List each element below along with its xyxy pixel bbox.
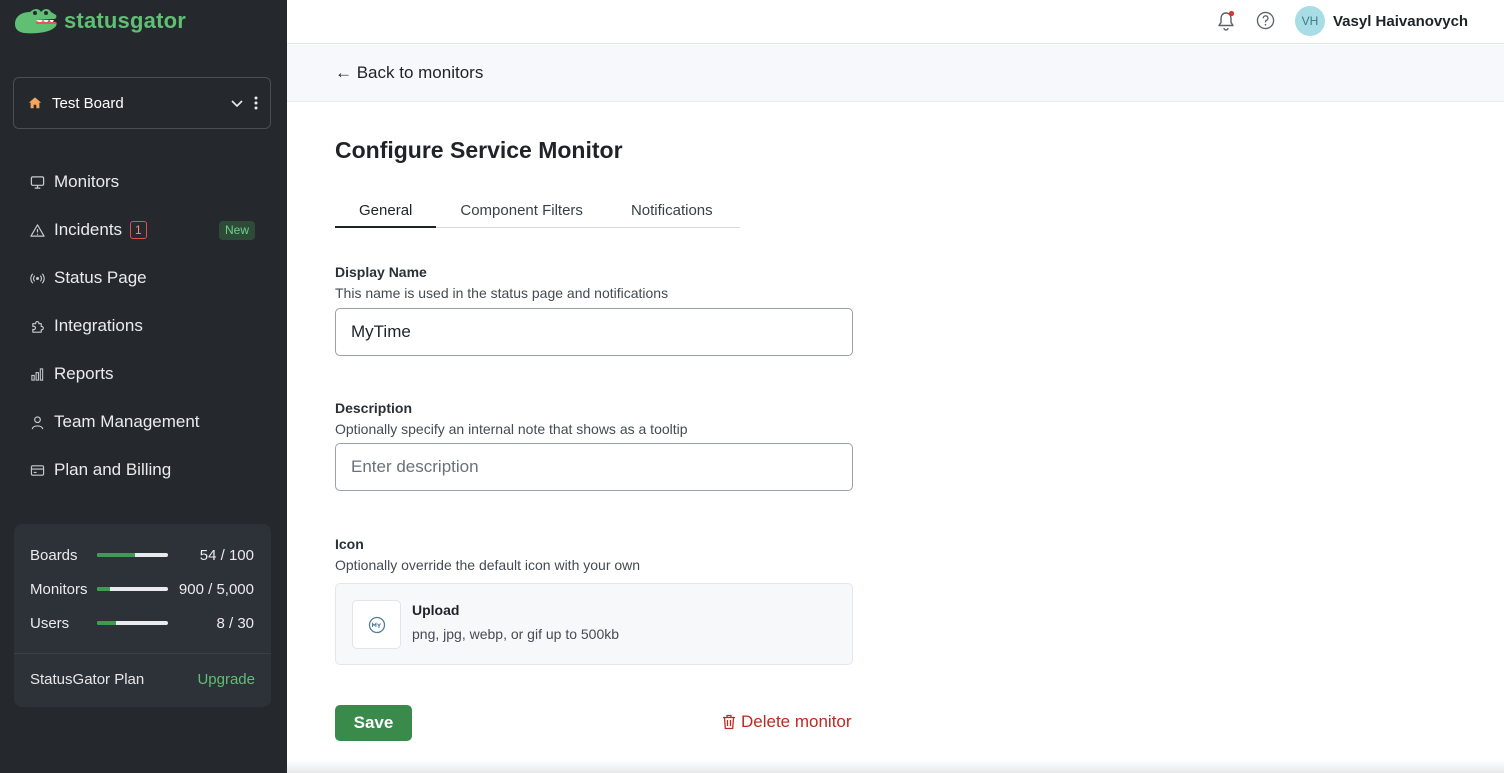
divider (14, 653, 271, 654)
icon-label: Icon (335, 536, 364, 552)
save-button[interactable]: Save (335, 705, 412, 741)
sidebar-item-status-page[interactable]: Status Page (0, 254, 287, 302)
user-icon (31, 415, 44, 429)
top-bar: VH Vasyl Haivanovych (287, 0, 1504, 44)
delete-monitor-label: Delete monitor (741, 712, 852, 731)
usage-row-boards: Boards 54 / 100 (30, 545, 254, 565)
board-selector[interactable]: Test Board (13, 77, 271, 129)
usage-row-users: Users 8 / 30 (30, 613, 254, 633)
more-vertical-icon[interactable] (254, 96, 258, 110)
description-help: Optionally specify an internal note that… (335, 421, 688, 437)
sidebar-item-label: Team Management (54, 412, 200, 431)
sidebar-item-plan-and-billing[interactable]: Plan and Billing (0, 446, 287, 494)
usage-bar (97, 621, 168, 625)
sidebar-item-label: Status Page (54, 268, 147, 287)
plan-name: StatusGator Plan (30, 671, 145, 688)
usage-bar (97, 587, 168, 591)
tab-notifications[interactable]: Notifications (607, 197, 737, 228)
display-name-label: Display Name (335, 264, 427, 280)
upgrade-link[interactable]: Upgrade (197, 671, 255, 688)
logo-text: statusgator (64, 8, 186, 33)
board-name: Test Board (52, 94, 124, 112)
usage-bar (97, 553, 168, 557)
icon-help: Optionally override the default icon wit… (335, 557, 641, 573)
usage-label: Monitors (30, 580, 88, 598)
description-label: Description (335, 400, 413, 416)
delete-monitor-button[interactable]: Delete monitor (722, 712, 852, 732)
alert-triangle-icon (30, 223, 45, 237)
icon-preview (352, 600, 401, 649)
tab-general[interactable]: General (335, 197, 437, 228)
tab-component-filters[interactable]: Component Filters (436, 197, 607, 228)
sidebar: statusgator Test Board Monitors Incident… (0, 0, 287, 773)
bar-chart-icon (31, 367, 44, 381)
logo[interactable]: statusgator (12, 6, 186, 36)
usage-panel: Boards 54 / 100 Monitors 900 / 5,000 Use… (14, 524, 271, 707)
user-name[interactable]: Vasyl Haivanovych (1333, 13, 1468, 30)
usage-label: Users (30, 614, 70, 632)
broadcast-icon (30, 272, 45, 284)
bell-icon[interactable] (1216, 10, 1236, 32)
display-name-help: This name is used in the status page and… (335, 285, 669, 301)
monitor-icon (30, 175, 45, 189)
sidebar-item-label: Reports (54, 364, 114, 383)
sidebar-item-incidents[interactable]: Incidents 1 New (0, 206, 287, 254)
credit-card-icon (30, 464, 45, 476)
sidebar-item-label: Monitors (54, 172, 120, 191)
sidebar-nav: Monitors Incidents 1 New Status Page Int… (0, 158, 287, 494)
back-to-monitors-link[interactable]: ← Back to monitors (335, 63, 483, 83)
plan-row: StatusGator Plan Upgrade (30, 671, 255, 688)
crocodile-logo-icon (15, 9, 57, 34)
sidebar-item-label: Integrations (54, 316, 143, 335)
usage-bar-fill (97, 553, 136, 557)
help-icon[interactable] (1256, 11, 1275, 30)
page-title: Configure Service Monitor (335, 137, 623, 163)
display-name-input[interactable] (335, 308, 853, 356)
usage-row-monitors: Monitors 900 / 5,000 (30, 579, 254, 599)
sidebar-item-reports[interactable]: Reports (0, 350, 287, 398)
back-bar: ← Back to monitors (287, 45, 1504, 102)
sidebar-item-team-management[interactable]: Team Management (0, 398, 287, 446)
sidebar-item-label: Incidents (54, 220, 123, 239)
tab-bar: General Component Filters Notifications (335, 197, 740, 228)
trash-icon (723, 714, 735, 730)
service-logo-icon (368, 616, 385, 633)
usage-value: 54 / 100 (199, 546, 254, 564)
description-input[interactable] (335, 443, 853, 491)
sidebar-item-monitors[interactable]: Monitors (0, 158, 287, 206)
usage-value: 900 / 5,000 (178, 580, 254, 598)
usage-value: 8 / 30 (216, 614, 254, 632)
usage-label: Boards (30, 546, 78, 564)
upload-help: png, jpg, webp, or gif up to 500kb (412, 626, 620, 642)
usage-bar-fill (97, 621, 117, 625)
upload-title[interactable]: Upload (412, 602, 459, 618)
sidebar-item-label: Plan and Billing (54, 460, 172, 479)
chevron-down-icon[interactable] (230, 96, 244, 110)
usage-bar-fill (97, 587, 110, 591)
icon-upload-area[interactable]: Upload png, jpg, webp, or gif up to 500k… (335, 583, 853, 665)
puzzle-icon (32, 320, 44, 333)
new-badge: New (218, 220, 255, 240)
home-icon (28, 97, 42, 109)
sidebar-item-integrations[interactable]: Integrations (0, 302, 287, 350)
bottom-shadow (287, 760, 1504, 773)
incident-count-badge: 1 (130, 221, 147, 239)
avatar[interactable]: VH (1295, 6, 1325, 36)
